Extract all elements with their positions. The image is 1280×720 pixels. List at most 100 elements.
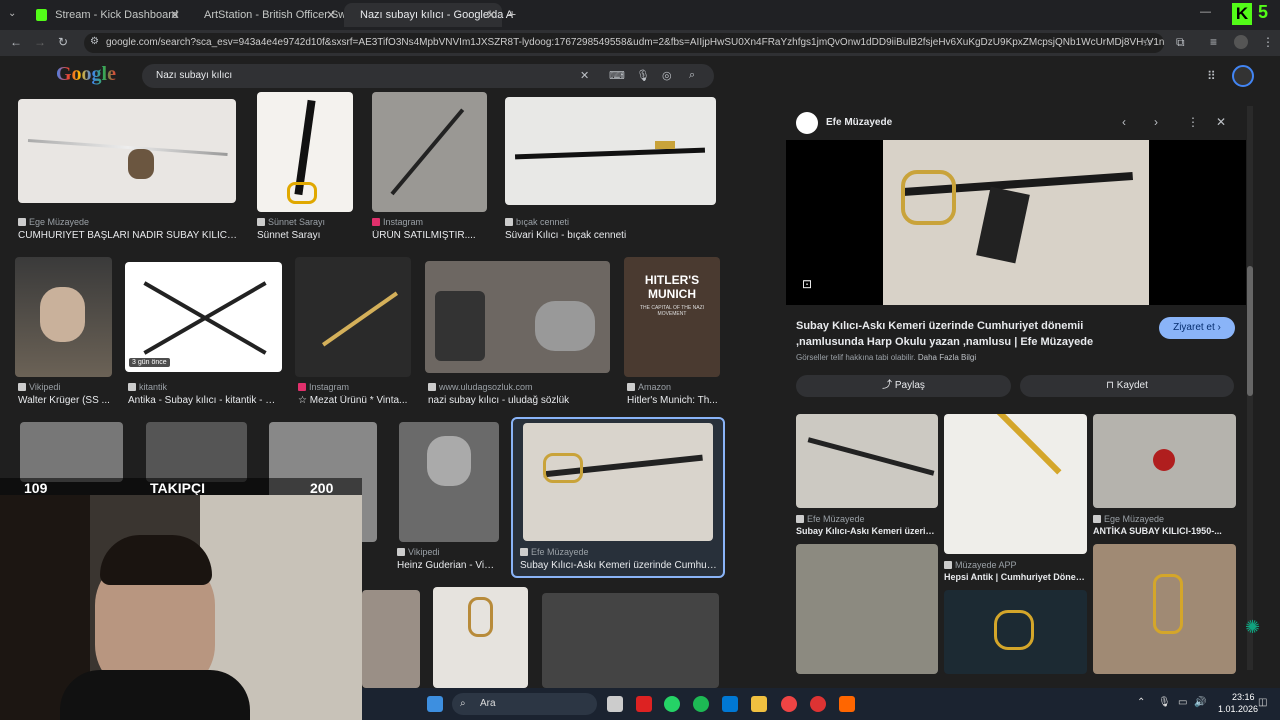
chrome-icon[interactable]	[781, 696, 797, 712]
result-source[interactable]: www.uludagsozluk.com	[428, 382, 533, 392]
extensions-icon[interactable]: ⧉	[1176, 35, 1185, 50]
result-image[interactable]	[372, 92, 487, 212]
apps-icon[interactable]: ⠿	[1207, 69, 1216, 83]
app-icon[interactable]	[810, 696, 826, 712]
result-image[interactable]	[146, 422, 247, 482]
related-caption[interactable]: ANTİKA SUBAY KILICI-1950-...	[1093, 526, 1236, 536]
related-caption[interactable]: Subay Kılıcı-Askı Kemeri üzerinde...	[796, 526, 938, 536]
tab-artstation[interactable]: ArtStation - British Officer Swor ✕	[188, 3, 356, 27]
result-source[interactable]: Vikipedi	[18, 382, 60, 392]
related-image[interactable]	[944, 414, 1087, 554]
clock-time[interactable]: 23:16	[1232, 692, 1255, 702]
result-source[interactable]: Instagram	[298, 382, 349, 392]
result-image[interactable]	[362, 590, 420, 688]
forward-icon[interactable]: →	[34, 35, 46, 49]
result-source[interactable]: Efe Müzayede	[520, 547, 589, 557]
result-image[interactable]	[20, 422, 123, 482]
result-image[interactable]	[295, 257, 411, 377]
new-tab-icon[interactable]: +	[508, 6, 516, 22]
result-image[interactable]	[399, 422, 499, 542]
share-button[interactable]: ⤴ Paylaş	[796, 375, 1011, 397]
windows-start-icon[interactable]	[427, 696, 443, 712]
result-image[interactable]	[425, 261, 610, 373]
tab-google[interactable]: Nazı subayı kılıcı - Google'da A ✕	[344, 3, 513, 27]
mic-icon[interactable]: 🎙	[636, 69, 650, 82]
panel-source[interactable]: Efe Müzayede	[826, 117, 892, 128]
result-caption[interactable]: ÜRÜN SATILMIŞTIR....	[372, 230, 487, 241]
related-image[interactable]	[944, 590, 1087, 674]
clock-date[interactable]: 1.01.2026	[1218, 704, 1258, 714]
related-source[interactable]: Müzayede APP	[944, 560, 1017, 570]
more-options-icon[interactable]: ⋮	[1187, 115, 1199, 129]
whatsapp-icon[interactable]	[664, 696, 680, 712]
volume-icon[interactable]: 🔊	[1194, 697, 1206, 708]
result-caption[interactable]: Hitler's Munich: Th...	[627, 395, 722, 406]
result-source[interactable]: kitantik	[128, 382, 167, 392]
close-icon[interactable]: ✕	[486, 8, 496, 22]
close-panel-icon[interactable]: ✕	[1216, 115, 1226, 129]
minimize-icon[interactable]: —	[1200, 6, 1211, 18]
result-source[interactable]: bıçak cenneti	[505, 217, 569, 227]
tab-kick[interactable]: Stream - Kick Dashboard ✕	[28, 3, 186, 27]
result-source[interactable]: Vikipedi	[397, 547, 439, 557]
app-icon[interactable]	[636, 696, 652, 712]
panel-title[interactable]: Subay Kılıcı-Askı Kemeri üzerinde Cumhur…	[796, 318, 1116, 350]
lens-icon[interactable]: ◎	[662, 69, 672, 82]
account-avatar[interactable]	[1232, 65, 1254, 87]
result-image[interactable]	[433, 587, 528, 688]
result-caption[interactable]: Antika - Subay kılıcı - kitantik - ki...	[128, 395, 278, 406]
save-button[interactable]: ⊓ Kaydet	[1020, 375, 1234, 397]
result-image[interactable]	[542, 593, 719, 688]
search-icon[interactable]: ⌕	[689, 69, 695, 82]
keyboard-icon[interactable]: ⌨	[609, 69, 625, 82]
related-source[interactable]: Ege Müzayede	[1093, 514, 1164, 524]
related-caption[interactable]: Hepsi Antik | Cumhuriyet Dönemi...	[944, 572, 1087, 582]
spotify-icon[interactable]	[693, 696, 709, 712]
tray-chevron-icon[interactable]: ⌃	[1137, 697, 1145, 708]
reload-icon[interactable]: ↻	[58, 35, 68, 49]
app-icon[interactable]	[839, 696, 855, 712]
scrollbar[interactable]	[1247, 106, 1253, 670]
clear-icon[interactable]: ✕	[580, 69, 589, 82]
result-caption[interactable]: CUMHURİYET BAŞLARI NADİR SUBAY KILICI-..…	[18, 230, 238, 241]
tab-list-icon[interactable]: ⌄	[8, 8, 16, 19]
related-source[interactable]: Efe Müzayede	[796, 514, 865, 524]
result-image[interactable]	[15, 257, 112, 377]
related-image[interactable]	[796, 544, 938, 674]
result-source[interactable]: Instagram	[372, 217, 423, 227]
result-caption[interactable]: Sünnet Sarayı	[257, 230, 357, 241]
prev-icon[interactable]: ‹	[1122, 115, 1126, 129]
mic-tray-icon[interactable]: 🎙	[1158, 697, 1171, 708]
result-image[interactable]	[257, 92, 353, 212]
preview-image[interactable]	[883, 140, 1149, 305]
result-caption[interactable]: ☆ Mezat Ürünü * Vinta...	[298, 395, 410, 406]
menu-icon[interactable]: ⋮	[1262, 35, 1274, 49]
result-image[interactable]: HITLER'S MUNICH THE CAPITAL OF THE NAZI …	[624, 257, 720, 377]
result-caption[interactable]: Walter Krüger (SS ...	[18, 395, 113, 406]
close-icon[interactable]: ✕	[170, 8, 180, 22]
result-image[interactable]	[18, 99, 236, 203]
result-source[interactable]: Sünnet Sarayı	[257, 217, 325, 227]
result-caption[interactable]: Heinz Guderian - Viki...	[397, 560, 497, 571]
result-image[interactable]: 3 gün önce	[125, 262, 282, 372]
result-image[interactable]	[505, 97, 716, 205]
address-bar[interactable]: google.com/search?sca_esv=943a4e4e9742d1…	[84, 33, 1164, 53]
learn-more-link[interactable]: Daha Fazla Bilgi	[918, 353, 976, 362]
bookmark-star-icon[interactable]: ☆	[1142, 35, 1153, 49]
close-icon[interactable]: ✕	[326, 8, 336, 22]
result-image[interactable]	[523, 423, 713, 541]
related-image[interactable]	[796, 414, 938, 508]
visit-button[interactable]: Ziyaret et ›	[1159, 317, 1235, 339]
related-image[interactable]	[1093, 414, 1236, 508]
search-input[interactable]: Nazı subayı kılıcı	[142, 64, 714, 88]
back-icon[interactable]: ←	[10, 35, 22, 49]
assistant-icon[interactable]: ✺	[1245, 617, 1260, 638]
network-icon[interactable]: ▭	[1178, 697, 1187, 708]
task-view-icon[interactable]	[607, 696, 623, 712]
google-logo[interactable]: Google	[56, 63, 116, 86]
result-caption[interactable]: nazi subay kılıcı - uludağ sözlük	[428, 395, 613, 406]
reading-list-icon[interactable]: ≡	[1210, 35, 1217, 49]
result-source[interactable]: Amazon	[627, 382, 671, 392]
next-icon[interactable]: ›	[1154, 115, 1158, 129]
mail-icon[interactable]	[722, 696, 738, 712]
